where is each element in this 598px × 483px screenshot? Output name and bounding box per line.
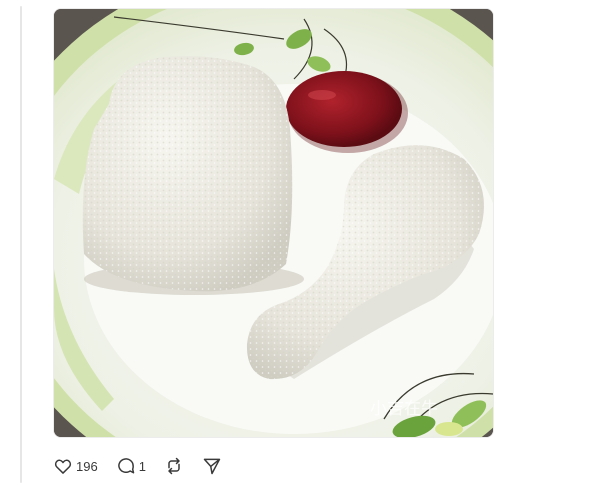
ketchup: [286, 71, 402, 147]
repost-icon: [168, 457, 180, 475]
share-button[interactable]: [202, 456, 222, 476]
food-photo: 小吉在牛: [54, 9, 493, 437]
reply-button[interactable]: 1: [116, 456, 146, 476]
image-watermark: 小吉在牛: [370, 399, 438, 419]
repost-button[interactable]: [164, 456, 184, 476]
post-image[interactable]: 小吉在牛: [53, 8, 494, 438]
post-actions: 196 1: [53, 455, 240, 477]
thread-line: [20, 6, 22, 483]
like-count: 196: [76, 458, 98, 474]
comment-icon: [117, 458, 134, 474]
heart-icon: [54, 459, 72, 474]
reply-count: 1: [138, 458, 146, 474]
like-button[interactable]: 196: [53, 456, 98, 476]
send-icon: [203, 458, 221, 475]
